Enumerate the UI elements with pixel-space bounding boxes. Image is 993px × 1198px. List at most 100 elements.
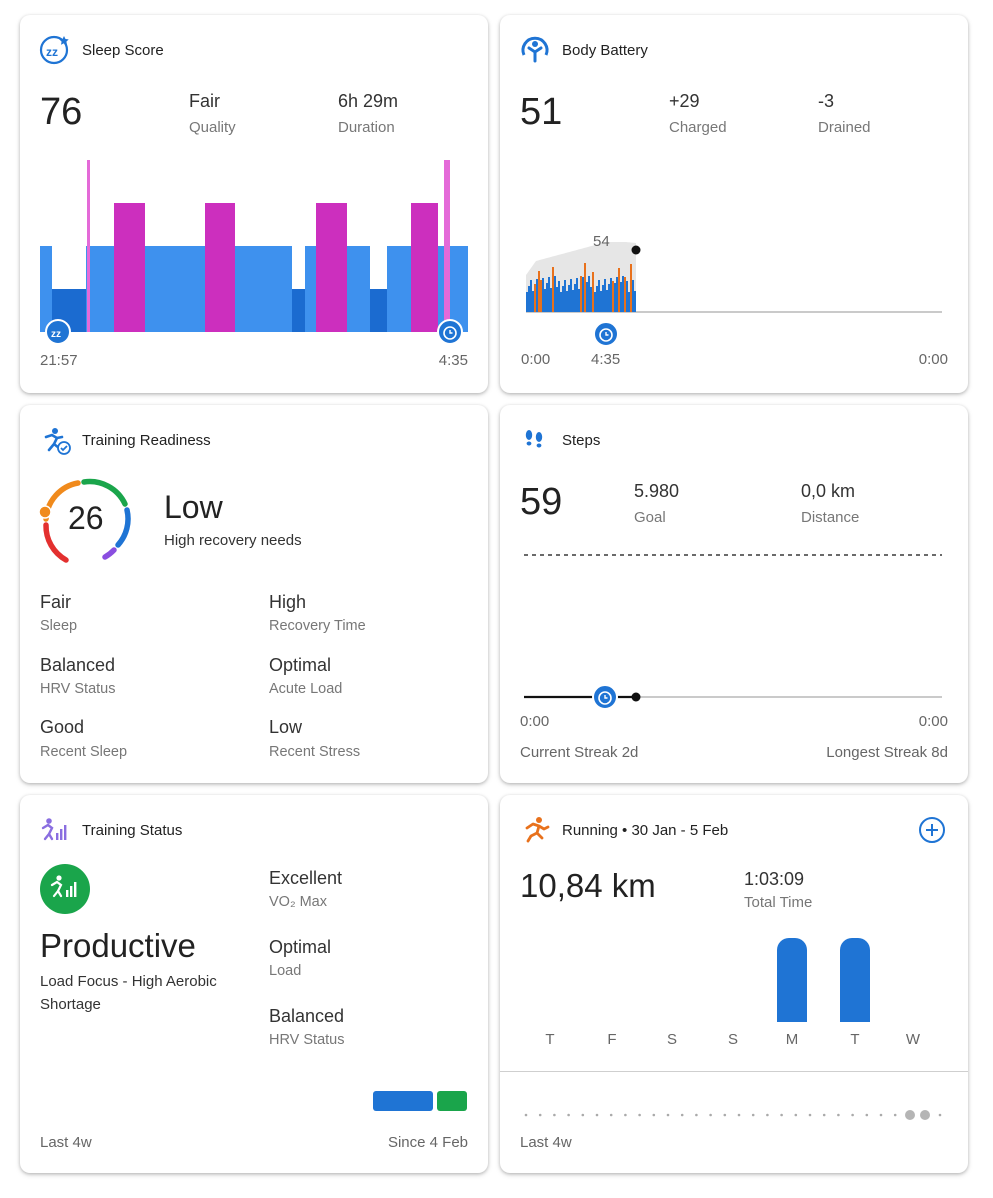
body-battery-card[interactable]: Body Battery 51 +29 Charged -3 Drained 5… [500, 15, 968, 393]
training-readiness-card[interactable]: Training Readiness 26 Low High recovery … [20, 405, 488, 783]
sleep-quality-value: Fair [189, 91, 220, 111]
card-title: Training Readiness [82, 432, 211, 449]
history-dot [737, 1113, 741, 1117]
stress-bar [606, 290, 608, 312]
factor-label: Recent Stress [269, 744, 361, 760]
stress-bar-high [584, 263, 586, 312]
stress-bar [576, 278, 578, 312]
sleep-stage-segment [292, 289, 305, 332]
history-dot [524, 1113, 528, 1117]
factor-label: Sleep [40, 618, 78, 634]
history-dot [794, 1113, 798, 1117]
sleep-score-card[interactable]: zz Sleep Score 76 Fair Quality 6h 29m Du… [20, 15, 488, 393]
stress-bar [602, 285, 604, 312]
training-readiness-icon [44, 428, 71, 455]
stress-bar [574, 284, 576, 312]
stress-bar [572, 290, 574, 312]
stress-bar [526, 292, 528, 312]
stress-bar [550, 288, 552, 312]
divider [500, 1071, 968, 1072]
sleep-stage-segment [205, 203, 235, 332]
training-status-value: Productive [40, 927, 196, 964]
sleep-alarm-icon [437, 319, 463, 345]
stress-bar [536, 279, 538, 312]
metric-label: VO₂ Max [269, 894, 327, 910]
factor-value: High [269, 592, 307, 612]
running-weekly-chart: TFSSMTW [545, 938, 921, 1048]
status-history-bar [373, 1091, 433, 1111]
stress-bar [622, 276, 624, 312]
sleep-score-value: 76 [40, 91, 83, 133]
metric-value: Optimal [269, 937, 332, 957]
sleep-duration-value: 6h 29m [338, 91, 399, 111]
status-history-bar [437, 1091, 467, 1111]
drained-label: Drained [818, 119, 871, 136]
day-tick-label: W [906, 1031, 921, 1048]
sleep-stage-segment [305, 246, 316, 332]
readiness-subtitle: High recovery needs [164, 532, 302, 549]
run-bar-base [777, 1008, 807, 1022]
history-dot [808, 1113, 812, 1117]
stress-bar [548, 277, 550, 312]
stress-bar-high [534, 284, 536, 312]
history-dot [822, 1113, 826, 1117]
sleep-stage-segment [347, 246, 370, 332]
factor-value: Balanced [40, 655, 116, 675]
training-status-card[interactable]: Training Status Productive Load Focus - … [20, 795, 488, 1173]
history-dots [524, 1110, 942, 1120]
stress-bar [628, 292, 630, 312]
history-dot [581, 1113, 585, 1117]
history-dot [567, 1113, 570, 1117]
day-tick-label: T [545, 1031, 554, 1048]
day-tick-label: S [728, 1031, 738, 1048]
factor-label: Recent Sleep [40, 744, 128, 760]
steps-distance-label: Distance [801, 509, 860, 526]
stress-bar [564, 280, 566, 312]
history-dot [938, 1113, 942, 1117]
stress-bar-high [592, 272, 594, 312]
steps-goal-line [524, 554, 942, 556]
stress-bar [542, 278, 544, 312]
stress-bar [544, 289, 546, 312]
stress-bar [566, 291, 568, 312]
footer-since: Since 4 Feb [387, 1134, 468, 1151]
history-dot [751, 1113, 755, 1117]
history-dot [709, 1113, 712, 1117]
footer-period: Last 4w [520, 1134, 572, 1151]
sleep-start-time: 21:57 [40, 352, 78, 369]
charged-label: Charged [669, 119, 727, 136]
footprints-icon [525, 430, 543, 448]
history-dot-active [920, 1110, 930, 1120]
wake-alarm-icon [592, 684, 618, 710]
run-bar-base [840, 1008, 870, 1022]
sleep-stage-segment [316, 203, 347, 332]
stress-bar [546, 283, 548, 312]
stress-bar [578, 289, 580, 312]
axis-end-label: 0:00 [918, 713, 948, 730]
card-title: Sleep Score [82, 42, 164, 59]
steps-goal-label: Goal [634, 509, 666, 526]
stress-bar [560, 292, 562, 312]
running-card[interactable]: Running • 30 Jan - 5 Feb 10,84 km 1:03:0… [500, 795, 968, 1173]
stress-bar [532, 291, 534, 312]
stress-bar [528, 286, 530, 312]
steps-card[interactable]: Steps 59 5.980 Goal 0,0 km Distance 0:00… [500, 405, 968, 783]
day-tick-label: F [607, 1031, 616, 1048]
stress-bar [626, 281, 628, 312]
training-status-icon [41, 818, 67, 841]
history-dot [695, 1113, 698, 1117]
longest-streak: Longest Streak 8d [826, 744, 948, 761]
metric-label: Load [269, 963, 302, 979]
stress-bar [570, 279, 572, 312]
stress-bar [582, 277, 584, 312]
readiness-level: Low [164, 489, 223, 525]
history-dot [780, 1113, 783, 1117]
stress-bar [616, 277, 618, 312]
history-dot [851, 1113, 854, 1117]
history-dot [680, 1113, 684, 1117]
day-tick-label: T [850, 1031, 859, 1048]
factor-label: Acute Load [269, 681, 343, 697]
sleep-start-icon: zz [45, 319, 71, 345]
running-distance: 10,84 km [520, 867, 656, 904]
plus-circle-icon[interactable] [918, 816, 946, 844]
